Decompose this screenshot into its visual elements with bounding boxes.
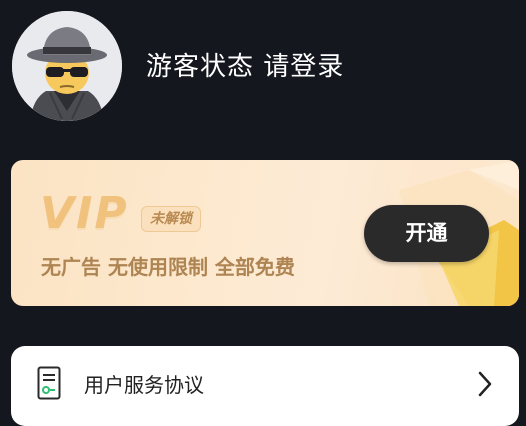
chevron-right-icon [478,371,492,397]
document-icon [37,366,61,400]
vip-features-text: 无广告 无使用限制 全部免费 [41,255,295,279]
open-vip-button[interactable]: 开通 [364,205,489,262]
avatar[interactable] [12,11,122,121]
locked-status-badge: 未解锁 [141,206,201,232]
menu-item-label: 用户服务协议 [84,373,204,397]
spy-avatar-icon [12,11,122,121]
menu-item-user-agreement[interactable]: 用户服务协议 [11,346,519,426]
login-prompt[interactable]: 游客状态 请登录 [146,49,344,85]
vip-logo: VIP [40,188,129,239]
